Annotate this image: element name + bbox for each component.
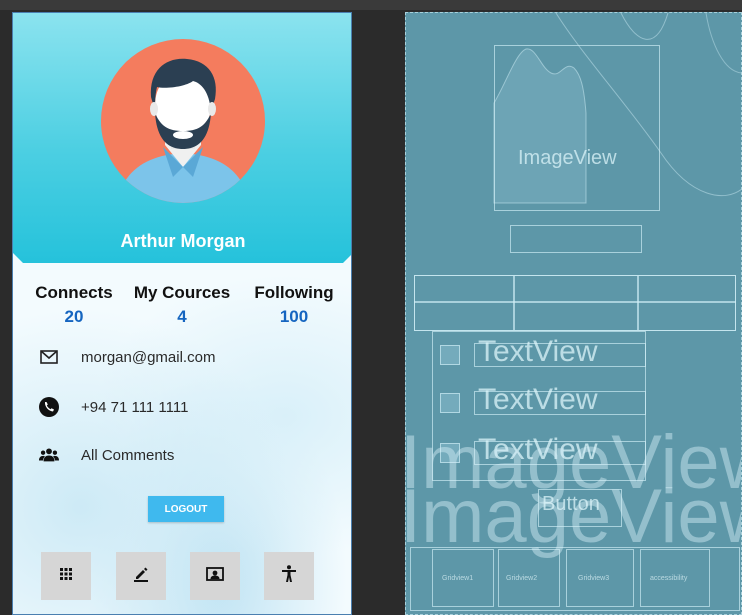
blueprint-nav-label: Gridview1 [442,575,474,582]
stat-value: 4 [177,307,187,326]
users-icon [39,445,59,465]
blueprint-stat-cell [514,275,638,331]
stat-connects[interactable]: Connects 20 [29,283,119,327]
blueprint-textview-label: TextView [478,383,598,416]
blueprint-icon-placeholder [440,393,460,413]
blueprint-icon-placeholder [440,345,460,365]
comments-row[interactable]: All Comments [39,443,174,467]
phone-preview: Arthur Morgan Connects 20 My Cources 4 F… [12,12,352,615]
phone-icon [39,397,59,417]
blueprint-name-textview [510,225,642,253]
phone-row[interactable]: +94 71 111 1111 [39,395,188,419]
blueprint-nav-label: Gridview2 [506,575,538,582]
accessibility-icon [281,564,297,588]
profile-name: Arthur Morgan [120,231,246,251]
editor-top-bar [0,0,742,10]
blueprint-divider [414,301,736,303]
stat-label: My Cources [133,283,231,302]
mail-icon [39,347,59,367]
blueprint-button-label: Button [542,493,600,515]
blueprint-nav-label: Gridview3 [578,575,610,582]
grid-icon [60,567,72,585]
email-text: morgan@gmail.com [81,348,216,366]
nav-edit-button[interactable] [116,552,166,600]
stat-value: 100 [279,307,309,326]
nav-profile-button[interactable] [190,552,240,600]
edit-icon [133,566,149,587]
blueprint-textview-label: TextView [478,335,598,368]
blueprint-stat-cell [638,275,736,331]
blueprint-stat-cell [414,275,514,331]
phone-text: +94 71 111 1111 [81,398,189,416]
blueprint-imageview-label: ImageView [518,147,617,169]
blueprint-view: ImageView TextView TextView TextView Ima… [405,12,742,615]
email-row[interactable]: morgan@gmail.com [39,345,215,369]
nav-accessibility-button[interactable] [264,552,314,600]
stats-row: Connects 20 My Cources 4 Following 100 [13,283,351,333]
blueprint-imageview [494,45,660,211]
stat-value: 20 [64,307,84,326]
avatar-icon [101,39,265,203]
stat-following[interactable]: Following 100 [249,283,339,327]
nav-grid-button[interactable] [41,552,91,600]
stat-label: Following [254,283,334,302]
logout-button[interactable]: LOGOUT [148,496,224,522]
stat-courses[interactable]: My Cources 4 [127,283,237,327]
id-card-icon [206,566,224,586]
blueprint-nav-label: accessibility [650,575,688,582]
comments-text: All Comments [81,446,175,464]
stat-label: Connects [35,283,113,302]
